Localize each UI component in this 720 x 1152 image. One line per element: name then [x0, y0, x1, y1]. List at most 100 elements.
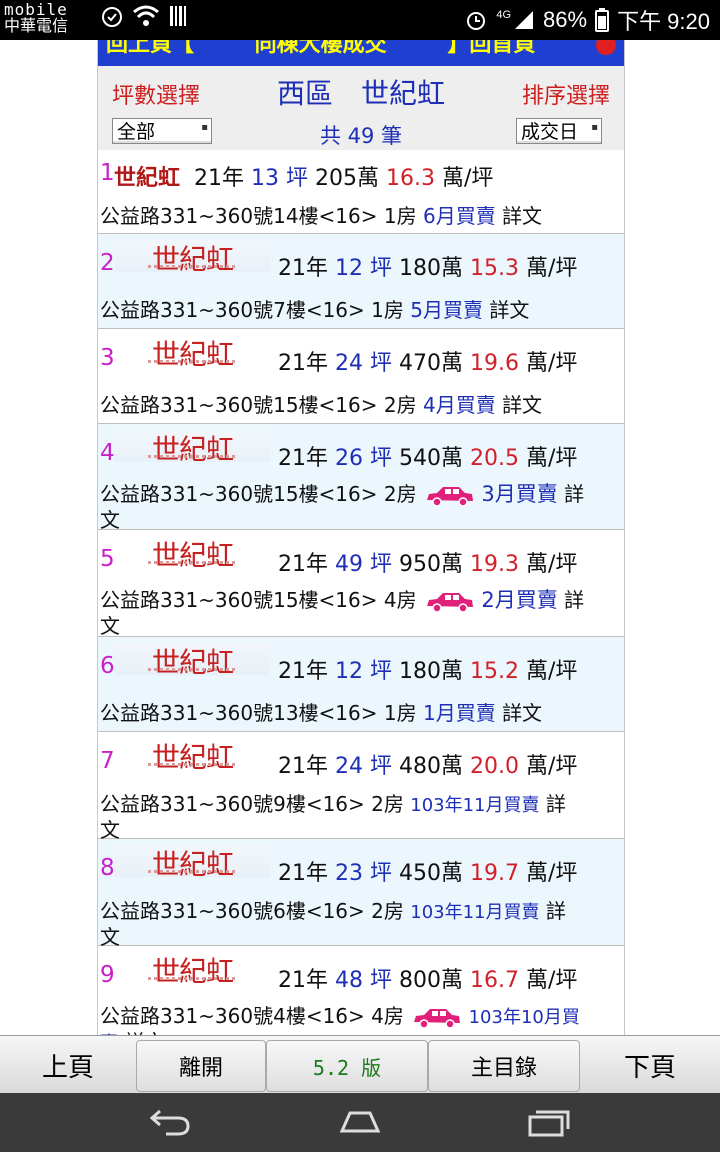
sort-select-value: 成交日: [521, 121, 579, 143]
sync-icon: [102, 7, 122, 27]
item-summary: 21年 12 坪 180萬 15.2 萬/坪: [278, 659, 578, 684]
back-icon[interactable]: [148, 1107, 192, 1137]
list-item[interactable]: 4 世紀虹 21年 26 坪 540萬 20.5 萬/坪 公益路331~360號…: [98, 424, 624, 533]
status-right: 4G 86% 下午 9:20: [464, 0, 710, 40]
item-address-line: 公益路331~360號15樓<16> 4房 2月買賣 詳: [100, 588, 585, 613]
item-summary: 21年 48 坪 800萬 16.7 萬/坪: [278, 968, 578, 993]
list-item[interactable]: 5 世紀虹 21年 49 坪 950萬 19.3 萬/坪 公益路331~360號…: [98, 530, 624, 639]
item-number: 2: [100, 250, 115, 276]
list-item[interactable]: 3 世紀虹 21年 24 坪 470萬 19.6 萬/坪 公益路331~360號…: [98, 329, 624, 424]
detail-link-wrap[interactable]: 文: [100, 504, 120, 533]
status-bar: mobile 中華電信 4G 86% 下午 9:20: [0, 0, 720, 40]
item-address-line: 公益路331~360號15樓<16> 2房 3月買賣 詳: [100, 482, 585, 507]
barcode-icon: [170, 6, 186, 26]
detail-link-wrap[interactable]: 賣 詳文: [100, 1026, 164, 1035]
item-summary: 21年 12 坪 180萬 15.3 萬/坪: [278, 256, 578, 281]
top-nav-bar: 回上頁【 同棟大樓成交 】回首頁: [98, 40, 624, 66]
carrier-top: mobile: [4, 0, 68, 19]
detail-link[interactable]: 詳: [564, 482, 584, 506]
item-address-line: 公益路331~360號6樓<16> 2房 103年11月買賣 詳: [100, 899, 566, 923]
item-number: 9: [100, 962, 115, 988]
home-link[interactable]: 】回首頁: [447, 40, 535, 56]
item-number: 7: [100, 748, 115, 774]
item-address-line: 公益路331~360號13樓<16> 1房 1月買賣 詳文: [100, 701, 543, 725]
listing-list: 1 世紀虹 21年 13 坪 205萬 16.3 萬/坪 公益路331~360號…: [98, 150, 624, 1035]
list-item[interactable]: 9 世紀虹 21年 48 坪 800萬 16.7 萬/坪 公益路331~360號…: [98, 946, 624, 1035]
prev-page-button[interactable]: 上頁: [0, 1036, 136, 1094]
version-button[interactable]: 5.2 版: [266, 1040, 428, 1092]
same-building-title: 同棟大樓成交: [254, 40, 387, 57]
item-address-line: 公益路331~360號7樓<16> 1房 5月買賣 詳文: [100, 298, 530, 322]
home-icon[interactable]: [336, 1107, 384, 1137]
battery-percent: 86%: [543, 7, 588, 32]
building-logo: 世紀虹: [114, 335, 270, 371]
detail-link-wrap[interactable]: 文: [100, 610, 120, 639]
item-number: 8: [100, 855, 115, 881]
trade-month: 2月買賣: [481, 588, 558, 612]
building-logo: 世紀虹: [114, 536, 270, 572]
building-logo: 世紀虹: [114, 430, 270, 466]
item-summary: 21年 26 坪 540萬 20.5 萬/坪: [278, 446, 578, 471]
carrier-bottom: 中華電信: [4, 18, 69, 35]
item-summary: 21年 24 坪 480萬 20.0 萬/坪: [278, 754, 578, 779]
main-menu-button[interactable]: 主目錄: [428, 1040, 580, 1092]
trade-month: 6月買賣: [422, 204, 496, 228]
help-icon[interactable]: [595, 40, 616, 55]
sort-select[interactable]: 成交日 ▪: [516, 118, 602, 144]
item-summary: 21年 24 坪 470萬 19.6 萬/坪: [278, 351, 578, 376]
item-summary: 21年 23 坪 450萬 19.7 萬/坪: [278, 861, 578, 886]
item-address-line: 公益路331~360號9樓<16> 2房 103年11月買賣 詳: [100, 792, 566, 816]
item-number: 6: [100, 653, 115, 679]
signal-icon: [515, 11, 534, 29]
list-item[interactable]: 8 世紀虹 21年 23 坪 450萬 19.7 萬/坪 公益路331~360號…: [98, 839, 624, 949]
building-logo: 世紀虹: [114, 738, 270, 774]
detail-link[interactable]: 詳文: [489, 298, 529, 322]
trade-month: 1月買賣: [422, 701, 496, 725]
sort-label: 排序選擇: [521, 84, 610, 109]
recent-apps-icon[interactable]: [526, 1107, 572, 1137]
detail-link[interactable]: 詳: [546, 792, 566, 816]
trade-month: 3月買賣: [481, 482, 558, 506]
item-number: 5: [100, 546, 115, 572]
carrier-label: mobile 中華電信: [4, 2, 96, 38]
building-logo: 世紀虹: [114, 240, 270, 276]
car-icon: [426, 486, 473, 507]
next-page-button[interactable]: 下頁: [580, 1036, 720, 1094]
list-item[interactable]: 2 世紀虹 21年 12 坪 180萬 15.3 萬/坪 公益路331~360號…: [98, 234, 624, 329]
battery-icon: [595, 8, 610, 32]
item-summary: 21年 13 坪 205萬 16.3 萬/坪: [194, 166, 494, 191]
network-type: 4G: [496, 9, 512, 21]
building-logo: 世紀虹: [114, 952, 270, 988]
building-logo: 世紀虹: [114, 643, 270, 679]
clock: 下午 9:20: [617, 9, 710, 34]
car-icon: [414, 1008, 461, 1029]
system-nav-bar: [0, 1093, 720, 1152]
exit-button[interactable]: 離開: [136, 1040, 266, 1092]
trade-month: 103年11月買賣: [410, 795, 540, 816]
alarm-icon: [467, 12, 486, 30]
item-number: 3: [100, 345, 115, 371]
item-summary: 21年 49 坪 950萬 19.3 萬/坪: [278, 552, 578, 577]
bottom-toolbar: 上頁 離開 5.2 版 主目錄 下頁: [0, 1035, 720, 1094]
detail-link[interactable]: 詳文: [502, 204, 542, 228]
building-name: 世紀虹: [114, 166, 181, 191]
item-address-line: 公益路331~360號15樓<16> 2房 4月買賣 詳文: [100, 393, 543, 417]
detail-link[interactable]: 詳: [564, 588, 584, 612]
item-number: 4: [100, 440, 115, 466]
trade-month: 103年10月買: [468, 1007, 580, 1028]
list-item[interactable]: 1 世紀虹 21年 13 坪 205萬 16.3 萬/坪 公益路331~360號…: [98, 150, 624, 234]
notification-icons: [100, 4, 190, 28]
trade-month: 103年11月買賣: [410, 902, 540, 923]
detail-link[interactable]: 詳: [546, 899, 566, 923]
detail-link[interactable]: 詳文: [502, 393, 542, 417]
web-page: 回上頁【 同棟大樓成交 】回首頁 坪數選擇 全部 ▪ 西區 世紀虹 共 49 筆…: [97, 40, 625, 1035]
list-item[interactable]: 7 世紀虹 21年 24 坪 480萬 20.0 萬/坪 公益路331~360號…: [98, 732, 624, 842]
wifi-icon: [133, 5, 159, 26]
building-logo: 世紀虹: [114, 845, 270, 881]
list-item[interactable]: 6 世紀虹 21年 12 坪 180萬 15.2 萬/坪 公益路331~360號…: [98, 637, 624, 732]
item-address-line: 公益路331~360號4樓<16> 4房 103年10月買: [100, 1004, 580, 1029]
detail-link[interactable]: 詳文: [502, 701, 542, 725]
back-link[interactable]: 回上頁【: [106, 40, 194, 56]
filter-header: 坪數選擇 全部 ▪ 西區 世紀虹 共 49 筆 排序選擇 成交日 ▪: [98, 66, 624, 151]
dropdown-arrow-icon: ▪: [591, 122, 598, 133]
